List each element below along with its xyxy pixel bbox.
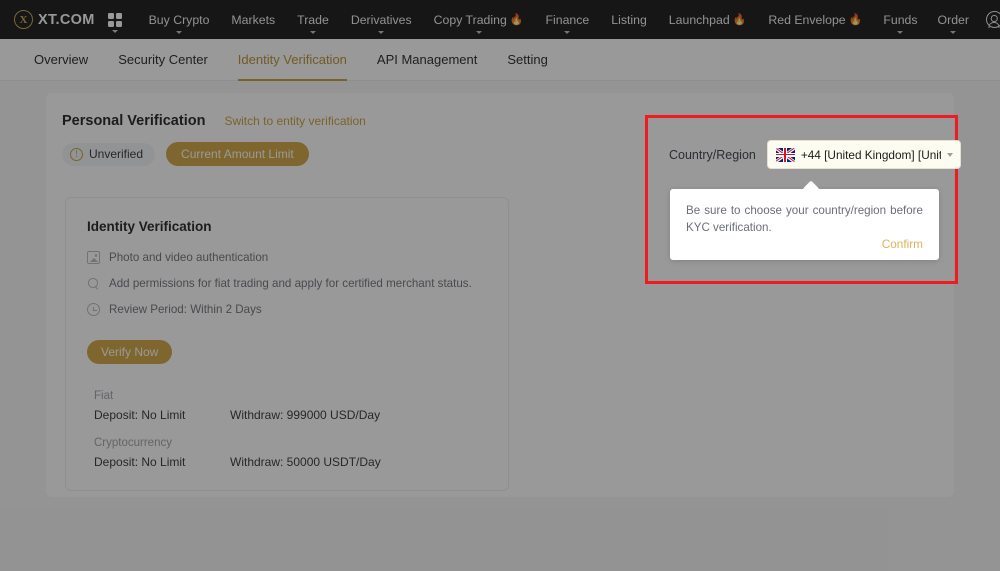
modal-dim-overlay (0, 0, 1000, 571)
flag-cross-red (784, 148, 786, 162)
country-region-row: Country/Region +44 [United Kingdom] [Uni… (669, 140, 961, 169)
kyc-country-popover: Be sure to choose your country/region be… (670, 189, 939, 260)
country-region-value: +44 [United Kingdom] [Unite... (801, 148, 941, 162)
popover-message: Be sure to choose your country/region be… (670, 189, 939, 237)
page-root: X XT.COM Buy CryptoMarketsTradeDerivativ… (0, 0, 1000, 571)
popover-confirm-button[interactable]: Confirm (882, 237, 923, 251)
united-kingdom-flag-icon (776, 148, 795, 162)
country-region-select[interactable]: +44 [United Kingdom] [Unite... (767, 140, 961, 169)
chevron-down-icon (947, 153, 953, 157)
country-region-label: Country/Region (669, 148, 756, 162)
